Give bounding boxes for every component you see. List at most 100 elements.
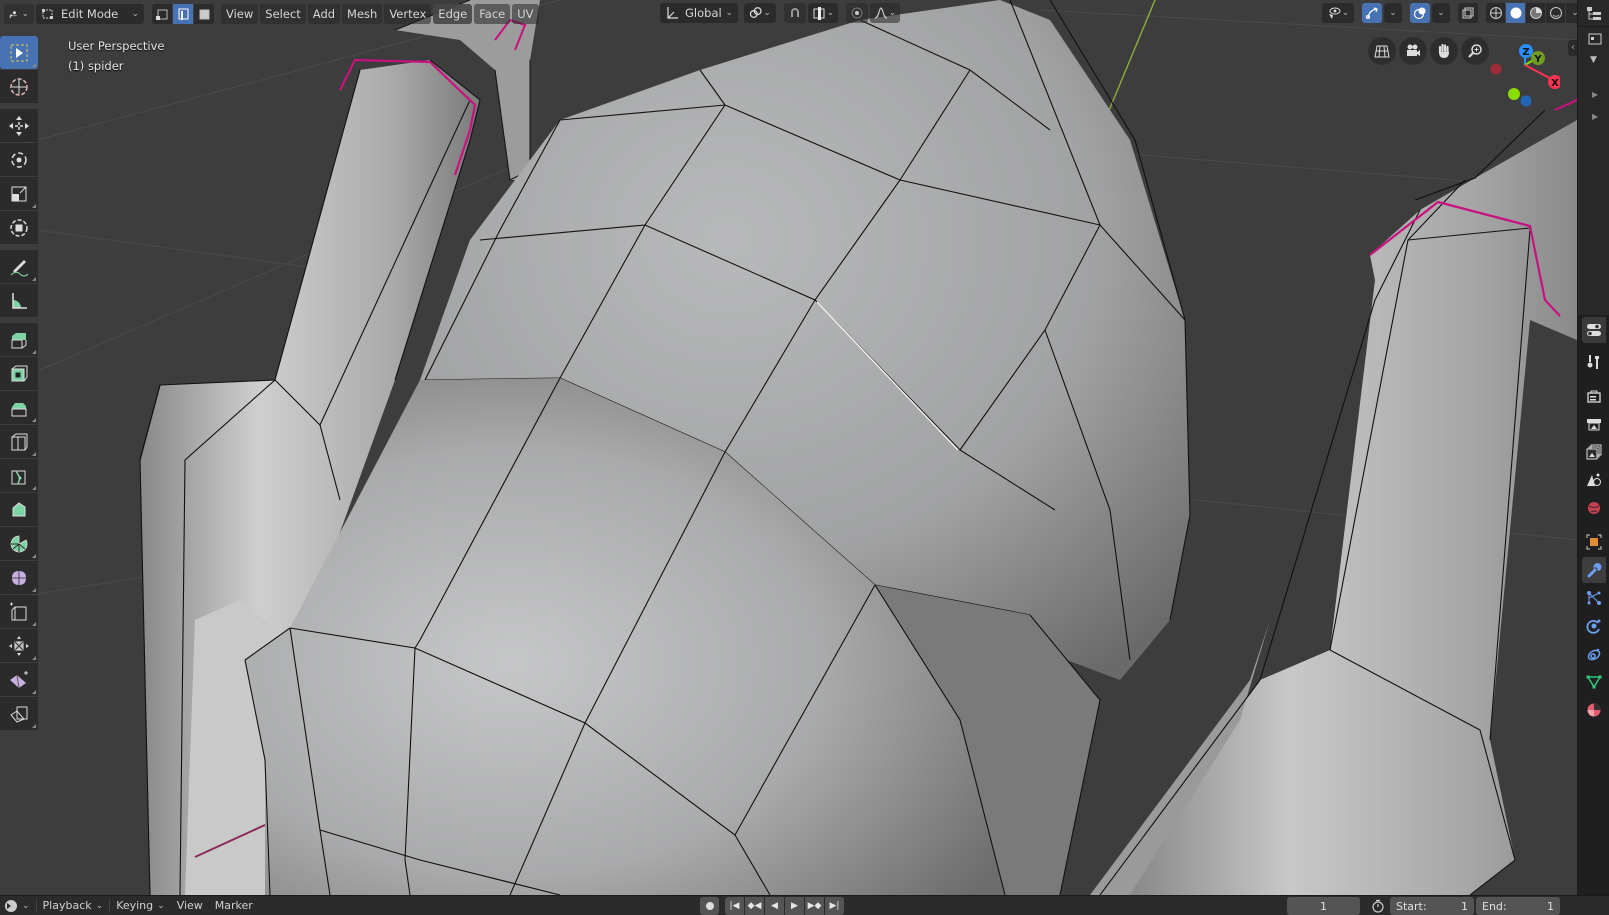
pivot-point-dropdown[interactable]: ⌄ [744,3,776,23]
current-frame-field[interactable]: 1 [1287,897,1360,915]
play-button[interactable]: ▶ [785,897,804,915]
menu-face[interactable]: Face [474,3,511,24]
shading-dropdown[interactable]: ⌄ [1566,3,1577,23]
chevron-down-icon: ⌄ [157,900,165,911]
jump-end-button[interactable]: ▶| [825,897,844,915]
preview-range-toggle[interactable] [1368,897,1388,915]
play-icon: ▶ [791,901,798,911]
tool-bevel[interactable] [0,391,38,424]
tab-material[interactable] [1582,697,1606,723]
start-frame-field[interactable]: Start: 1 [1390,897,1474,915]
transform-orientation-dropdown[interactable]: Global ⌄ [660,3,738,23]
visibility-dropdown[interactable]: ⌄ [1322,3,1354,23]
shading-rendered-button[interactable] [1546,3,1565,23]
tool-rip-region[interactable] [0,697,38,730]
menu-vertex[interactable]: Vertex [384,3,432,24]
menu-mesh[interactable]: Mesh [342,3,383,24]
tool-move[interactable] [0,109,38,142]
orientation-axes-icon [667,7,678,19]
tab-scene[interactable] [1582,467,1606,493]
next-keyframe-button[interactable]: ▶◆ [805,897,824,915]
tab-output[interactable] [1582,411,1606,437]
object-info: (1) spider [68,59,124,73]
menu-uv[interactable]: UV [512,3,539,24]
menu-add[interactable]: Add [307,3,341,24]
expand-arrow-icon[interactable]: ▼ [1590,55,1597,65]
outliner-panel[interactable]: ▼ ▶ ▶ [1577,0,1609,315]
tab-physics[interactable] [1582,613,1606,639]
tab-object[interactable] [1582,529,1606,555]
tab-world[interactable] [1582,495,1606,521]
menu-view[interactable]: View [221,3,259,24]
xray-toggle[interactable] [1458,3,1478,23]
prev-keyframe-button[interactable]: ◆◀ [745,897,764,915]
overlay-toggle[interactable] [1410,3,1430,23]
auto-keying-toggle[interactable] [700,897,719,915]
tool-spin[interactable] [0,527,38,560]
mesh-scene[interactable] [0,0,1577,895]
shading-wireframe-button[interactable] [1486,3,1505,23]
menu-view[interactable]: View [171,897,209,915]
3d-viewport[interactable]: ⌄ Edit Mode ⌄ View Select Add Mesh Verte… [0,0,1577,895]
tool-loop-cut[interactable] [0,425,38,458]
camera-view-button[interactable] [1399,37,1427,65]
gizmo-dropdown[interactable]: ⌄ [1384,3,1402,23]
tool-extrude-region[interactable] [0,323,38,356]
toggle-ortho-grid-button[interactable] [1368,37,1396,65]
tool-rotate[interactable] [0,143,38,176]
tool-cursor[interactable] [0,70,38,103]
shading-material-button[interactable] [1526,3,1545,23]
tool-measure[interactable] [0,284,38,317]
snap-target-dropdown[interactable]: ⌄ [808,3,838,23]
tab-tool[interactable] [1582,349,1606,375]
tool-select-box[interactable] [0,36,38,69]
menu-edge[interactable]: Edge [433,3,473,24]
shading-solid-button[interactable] [1506,3,1525,23]
face-select-button[interactable] [194,3,214,24]
select-mode-group [152,3,215,24]
end-frame-field[interactable]: End: 1 [1476,897,1560,915]
timeline-editor-type[interactable]: ⌄ [0,897,36,915]
tab-modifiers[interactable] [1582,557,1606,583]
tool-shear[interactable] [0,663,38,696]
mode-dropdown[interactable]: Edit Mode ⌄ [36,3,144,24]
tab-particles[interactable] [1582,585,1606,611]
properties-editor-button[interactable] [1582,317,1606,343]
play-reverse-button[interactable]: ◀ [765,897,784,915]
collapsed-arrow-icon[interactable]: ▶ [1592,112,1598,121]
tool-scale[interactable] [0,177,38,210]
tool-poly-build[interactable] [0,493,38,526]
jump-start-button[interactable]: |◀ [725,897,744,915]
overlay-dropdown[interactable]: ⌄ [1432,3,1450,23]
vertex-select-button[interactable] [152,3,172,24]
menu-playback[interactable]: Playback ⌄ [37,897,110,915]
gizmo-toggle[interactable] [1362,3,1382,23]
tool-smooth[interactable] [0,561,38,594]
tab-constraints[interactable] [1582,641,1606,667]
tool-transform[interactable] [0,211,38,244]
scene-tab-icon [1587,473,1601,486]
tool-annotate[interactable] [0,250,38,283]
gizmo-toggle-icon [1366,7,1378,19]
menu-keying[interactable]: Keying ⌄ [110,897,171,915]
proportional-edit-toggle[interactable] [846,3,868,23]
tool-inset-faces[interactable] [0,357,38,390]
menu-marker[interactable]: Marker [209,897,259,915]
falloff-dropdown[interactable]: ⌄ [870,3,900,23]
tool-knife[interactable] [0,459,38,492]
snap-toggle[interactable] [784,3,806,23]
scale-icon [11,186,27,201]
edge-select-button[interactable] [173,3,193,24]
tab-data[interactable] [1582,669,1606,695]
menu-select[interactable]: Select [260,3,306,24]
tab-view-layer[interactable] [1582,439,1606,465]
navigation-gizmo[interactable]: Z Y X [1480,38,1560,113]
tool-edge-slide[interactable] [0,595,38,628]
transform-controls: Global ⌄ ⌄ ⌄ ⌄ [660,3,902,23]
pan-view-button[interactable] [1430,37,1458,65]
collapsed-arrow-icon[interactable]: ▶ [1592,90,1598,99]
sidebar-toggle-arrow[interactable]: ‹ [1568,40,1577,56]
tool-shrink-fatten[interactable] [0,629,38,662]
editor-type-button[interactable]: ⌄ [4,3,34,24]
tab-render[interactable] [1582,383,1606,409]
